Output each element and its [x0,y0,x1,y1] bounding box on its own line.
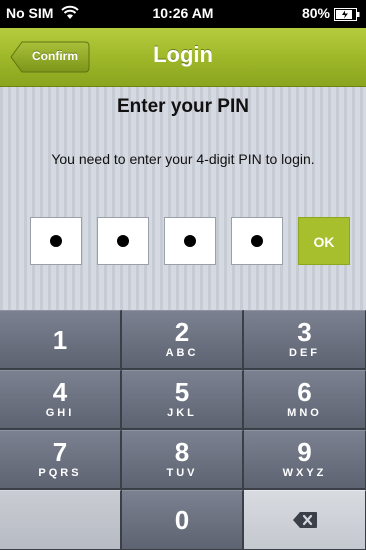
pin-dot [184,235,196,247]
key-letters: PQRS [38,467,82,479]
navigation-bar: Confirm Login [0,28,366,87]
pin-entry-panel: Enter your PIN You need to enter your 4-… [0,87,366,310]
key-0[interactable]: 0 [122,490,243,550]
key-digit: 8 [174,437,190,467]
key-digit: 5 [174,377,190,407]
key-blank [0,490,121,550]
key-letters: TUV [166,467,198,479]
key-8[interactable]: 8 TUV [122,430,243,489]
key-digit: 1 [52,325,68,355]
numeric-keypad: 1 2 ABC 3 DEF 4 GHI 5 JKL 6 MNO 7 PQRS 8 [0,310,366,550]
key-digit: 7 [52,437,68,467]
pin-dot [117,235,129,247]
key-digit: 9 [297,437,312,467]
key-digit: 3 [297,317,312,347]
key-3[interactable]: 3 DEF [244,310,366,369]
pin-digit-box-3[interactable] [164,217,216,265]
key-4[interactable]: 4 GHI [0,370,121,429]
key-digit: 4 [52,377,68,407]
key-7[interactable]: 7 PQRS [0,430,121,489]
login-screen: No SIM 10:26 AM 80% Confirm Login Enter … [0,0,366,550]
battery-percent: 80% [301,5,330,21]
key-digit: 6 [297,377,312,407]
key-2[interactable]: 2 ABC [122,310,243,369]
page-title: Login [153,42,213,67]
key-letters: ABC [165,347,199,359]
pin-dot [251,235,263,247]
key-digit: 2 [174,317,190,347]
pin-heading: Enter your PIN [117,96,249,117]
key-1[interactable]: 1 [0,310,121,369]
status-bar: No SIM 10:26 AM 80% [0,0,366,28]
key-9[interactable]: 9 WXYZ [244,430,366,489]
key-letters: DEF [289,347,320,359]
pin-dot [50,235,62,247]
battery-icon [334,8,360,21]
pin-digit-box-4[interactable] [231,217,283,265]
delete-key[interactable] [244,490,366,550]
pin-instructions: You need to enter your 4-digit PIN to lo… [51,151,315,167]
pin-digit-box-1[interactable] [30,217,82,265]
key-letters: GHI [45,407,75,419]
ok-button[interactable]: OK [298,217,350,265]
key-letters: MNO [287,407,322,419]
key-letters: JKL [167,407,197,419]
backspace-icon [293,512,317,528]
key-5[interactable]: 5 JKL [122,370,243,429]
pin-digit-box-2[interactable] [97,217,149,265]
key-digit: 0 [174,505,190,535]
key-letters: WXYZ [282,467,327,479]
key-6[interactable]: 6 MNO [244,370,366,429]
